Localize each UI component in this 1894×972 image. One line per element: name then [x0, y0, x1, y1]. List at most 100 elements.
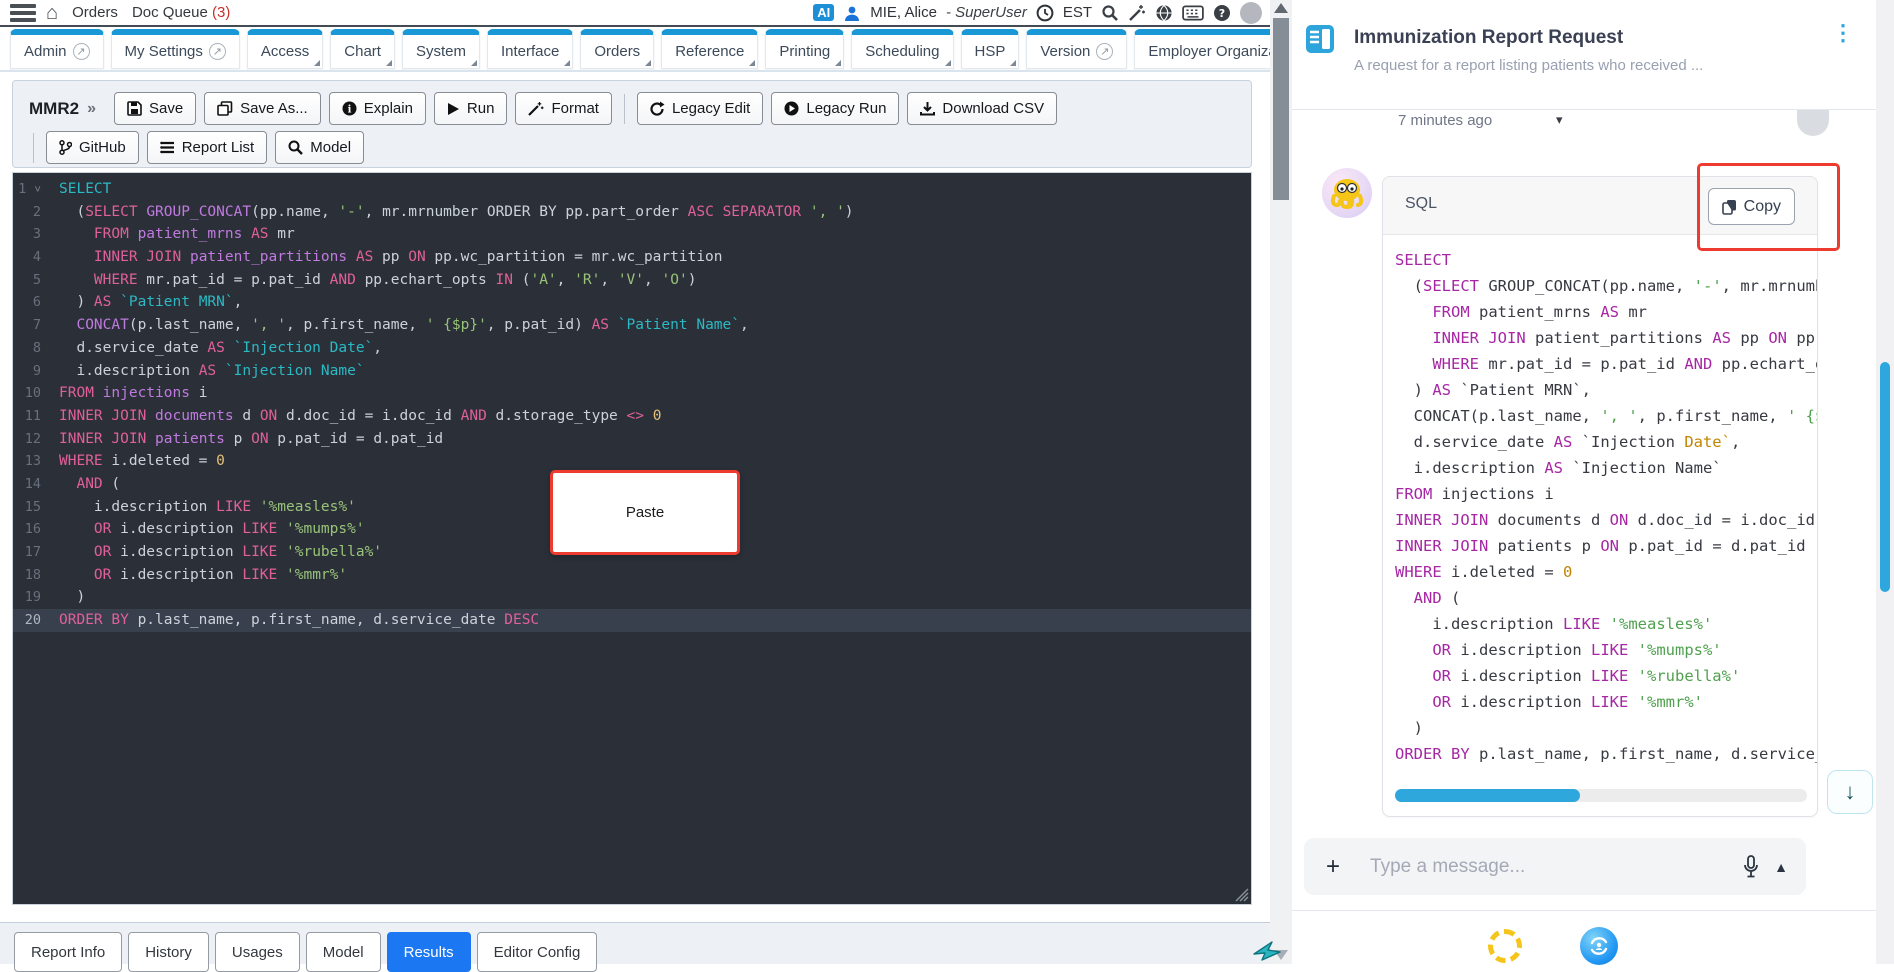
button-label: Explain [363, 100, 413, 117]
external-link-icon[interactable]: ↗ [1096, 43, 1114, 60]
timestamp-caret-icon[interactable]: ▾ [1556, 112, 1563, 128]
nav-tab-my-settings[interactable]: My Settings ↗ [110, 29, 240, 69]
nav-tab-reference[interactable]: Reference [661, 29, 759, 69]
editor-line-5[interactable]: 5 WHERE mr.pat_id = p.pat_id AND pp.echa… [13, 269, 1251, 292]
model-button[interactable]: Model [275, 131, 365, 164]
save-button[interactable]: Save [113, 92, 197, 125]
nav-tab-hsp[interactable]: HSP [960, 29, 1020, 69]
nav-tab-version[interactable]: Version ↗ [1026, 29, 1128, 69]
sql-token: pp.name [1609, 277, 1675, 295]
search-icon[interactable] [1101, 4, 1119, 22]
bottom-tab-report-info[interactable]: Report Info [14, 932, 123, 972]
editor-line-8[interactable]: 8 d.service_date AS `Injection Date`, [13, 337, 1251, 360]
button-label: GitHub [79, 139, 126, 156]
line-number: 3 [32, 226, 41, 243]
run-button[interactable]: Run [433, 92, 508, 125]
editor-line-3[interactable]: 3 FROM patient_mrns AS mr [13, 223, 1251, 246]
breadcrumb-doc-queue[interactable]: Doc Queue (3) [132, 4, 230, 21]
hamburger-menu-icon[interactable] [10, 3, 36, 22]
browser-scrollbar-thumb[interactable] [1880, 362, 1890, 592]
bottom-tab-history[interactable]: History [128, 932, 209, 972]
bottom-tab-editor-config[interactable]: Editor Config [476, 932, 598, 972]
external-link-icon[interactable]: ↗ [208, 43, 226, 60]
collapse-caret-icon[interactable]: ▲ [1774, 859, 1788, 875]
code-language-label: SQL [1405, 195, 1438, 212]
sql-token: AS [1553, 433, 1573, 451]
report-list-button[interactable]: Report List [146, 131, 268, 164]
code-hscrollbar[interactable] [1395, 789, 1807, 802]
pane-scrollbar[interactable] [1270, 0, 1292, 964]
report-chevron[interactable]: » [87, 100, 96, 118]
editor-line-20[interactable]: 20 ORDER BY p.last_name, p.first_name, d.… [13, 609, 1251, 632]
sql-token: i [1535, 485, 1554, 503]
bottom-tab-results[interactable]: Results [386, 932, 471, 972]
nav-tab-chart[interactable]: Chart [330, 29, 395, 69]
home-icon[interactable]: ⌂ [46, 3, 58, 23]
nav-tab-access[interactable]: Access [246, 29, 324, 69]
nav-tab-scheduling[interactable]: Scheduling [851, 29, 954, 69]
editor-line-6[interactable]: 6 ) AS `Patient MRN`, [13, 291, 1251, 314]
sql-token: d.doc_id = i.doc_id [1628, 511, 1817, 529]
legacy-run-button[interactable]: Legacy Run [771, 92, 900, 125]
microphone-icon[interactable] [1742, 854, 1760, 879]
scroll-to-bottom-button[interactable]: ↓ [1827, 770, 1873, 814]
format-button[interactable]: Format [515, 92, 612, 125]
nav-tab-printing[interactable]: Printing [765, 29, 845, 69]
sun-gear-icon[interactable] [1488, 929, 1522, 963]
avatar-placeholder[interactable] [1240, 1, 1262, 24]
scroll-up-arrow-icon[interactable] [1274, 3, 1288, 13]
kebab-menu-icon[interactable]: ⋮ [1832, 22, 1854, 44]
scrollbar-thumb[interactable] [1273, 18, 1289, 200]
external-link-icon[interactable]: ↗ [72, 43, 90, 60]
editor-line-18[interactable]: 18 OR i.description LIKE '%mmr%' [13, 564, 1251, 587]
legacy-edit-button[interactable]: Legacy Edit [636, 92, 764, 125]
magic-wand-icon[interactable] [1128, 4, 1146, 22]
editor-line-12[interactable]: 12 INNER JOIN patients p ON p.pat_id = d.… [13, 428, 1251, 451]
sql-token: pp.wc_partition = mr.wc_partition [425, 249, 723, 266]
explain-button[interactable]: i Explain [328, 92, 426, 125]
bottom-tab-model[interactable]: Model [305, 932, 381, 972]
help-icon[interactable]: ? [1213, 4, 1231, 22]
sql-token: `Injection [1581, 433, 1685, 451]
editor-line-4[interactable]: 4 INNER JOIN patient_partitions AS pp ON… [13, 246, 1251, 269]
sql-token: `Injection Name` [224, 362, 365, 379]
nav-tab-orders[interactable]: Orders [580, 29, 655, 69]
github-button[interactable]: GitHub [46, 131, 139, 164]
editor-line-10[interactable]: 10 FROM injections i [13, 382, 1251, 405]
code-hscrollbar-thumb[interactable] [1395, 789, 1581, 802]
sql-token: SELECT [1423, 277, 1479, 295]
editor-line-19[interactable]: 19 ) [13, 586, 1251, 609]
keyboard-icon[interactable] [1182, 4, 1204, 22]
nav-tab-interface[interactable]: Interface [486, 29, 574, 69]
editor-line-1[interactable]: 1 ˅ SELECT [13, 178, 1251, 201]
editor-line-7[interactable]: 7 CONCAT(p.last_name, ', ', p.first_name… [13, 314, 1251, 337]
browser-scrollbar[interactable] [1876, 0, 1894, 964]
nav-tab-admin[interactable]: Admin ↗ [10, 29, 104, 69]
editor-line-2[interactable]: 2 (SELECT GROUP_CONCAT(pp.name, '-', mr.… [13, 201, 1251, 224]
download-csv-button[interactable]: Download CSV [907, 92, 1058, 125]
nav-tab-employer-organizations[interactable]: Employer Organizations↗ [1134, 29, 1270, 69]
bottom-tab-usages[interactable]: Usages [214, 932, 300, 972]
attach-plus-icon[interactable]: + [1326, 853, 1340, 881]
nav-tab-system[interactable]: System [401, 29, 480, 69]
dropdown-corner-icon [645, 60, 652, 66]
paste-annotation-box[interactable]: Paste [550, 470, 740, 555]
assistant-orb-icon[interactable] [1580, 927, 1618, 965]
globe-icon[interactable] [1155, 4, 1173, 22]
sql-token: OR [93, 566, 112, 583]
fold-caret-icon[interactable]: ˅ [34, 183, 41, 196]
ai-badge[interactable]: AI [813, 4, 835, 21]
download-icon [920, 101, 936, 116]
sql-token: INNER JOIN [1395, 511, 1489, 529]
editor-line-11[interactable]: 11 INNER JOIN documents d ON d.doc_id = i… [13, 405, 1251, 428]
message-input[interactable]: + Type a message... ▲ [1304, 838, 1806, 895]
resize-handle-icon[interactable] [1235, 888, 1249, 902]
sql-token: AS [207, 339, 225, 356]
editor-line-9[interactable]: 9 i.description AS `Injection Name` [13, 360, 1251, 383]
save-as--button[interactable]: Save As... [204, 92, 321, 125]
breadcrumb-orders[interactable]: Orders [72, 4, 118, 21]
